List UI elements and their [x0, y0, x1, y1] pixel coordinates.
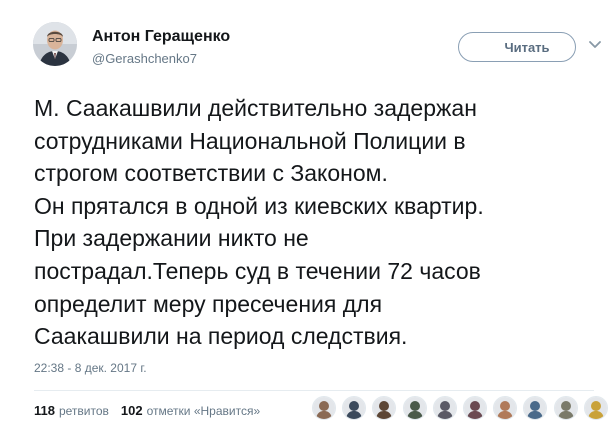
author-handle[interactable]: @Gerashchenko7 [92, 51, 197, 66]
tweet-timestamp[interactable]: 22:38 - 8 дек. 2017 г. [34, 361, 147, 375]
tweet-text-line: При задержании никто не [34, 225, 309, 252]
liker-avatar[interactable] [312, 396, 336, 420]
likers-avatars [312, 396, 610, 424]
liker-avatar[interactable] [372, 396, 397, 420]
tweet-card: Антон Геращенко @Gerashchenko7 Читать М.… [0, 0, 610, 433]
liker-avatar[interactable] [523, 396, 548, 420]
tweet-text: М. Саакашвили действительно задержан сот… [34, 92, 594, 353]
like-label[interactable]: отметки «Нравится» [147, 404, 261, 418]
chevron-down-icon[interactable] [588, 40, 602, 50]
follow-button[interactable]: Читать [458, 32, 576, 62]
tweet-text-line: сотрудниками Национальной Полиции в [34, 127, 466, 154]
tweet-text-line: Саакашвили на период следствия. [34, 323, 408, 350]
liker-avatar[interactable] [432, 396, 457, 420]
liker-avatar[interactable] [342, 396, 367, 420]
liker-avatar[interactable] [402, 396, 427, 420]
divider [34, 390, 594, 391]
retweet-count[interactable]: 118 [34, 403, 55, 418]
author-name[interactable]: Антон Геращенко [92, 28, 230, 46]
liker-avatar[interactable] [583, 396, 608, 420]
person-portrait-icon [33, 22, 77, 66]
liker-avatar[interactable] [462, 396, 487, 420]
tweet-text-line: М. Саакашвили действительно задержан [34, 95, 477, 121]
avatar[interactable] [33, 22, 77, 66]
tweet-text-line: определит меру пресечения для [34, 290, 383, 317]
tweet-stats: 118 ретвитов 102 отметки «Нравится» [34, 403, 260, 419]
liker-avatar[interactable] [553, 396, 578, 420]
like-count[interactable]: 102 [121, 403, 143, 418]
tweet-text-line: пострадал.Теперь суд в течении 72 часов [34, 257, 481, 284]
tweet-text-line: строгом соответствии с Законом. [34, 160, 388, 187]
follow-button-label: Читать [504, 39, 550, 55]
liker-avatar[interactable] [493, 396, 518, 420]
retweet-label[interactable]: ретвитов [59, 404, 109, 418]
tweet-text-line: Он прятался в одной из киевских квартир. [34, 192, 484, 219]
